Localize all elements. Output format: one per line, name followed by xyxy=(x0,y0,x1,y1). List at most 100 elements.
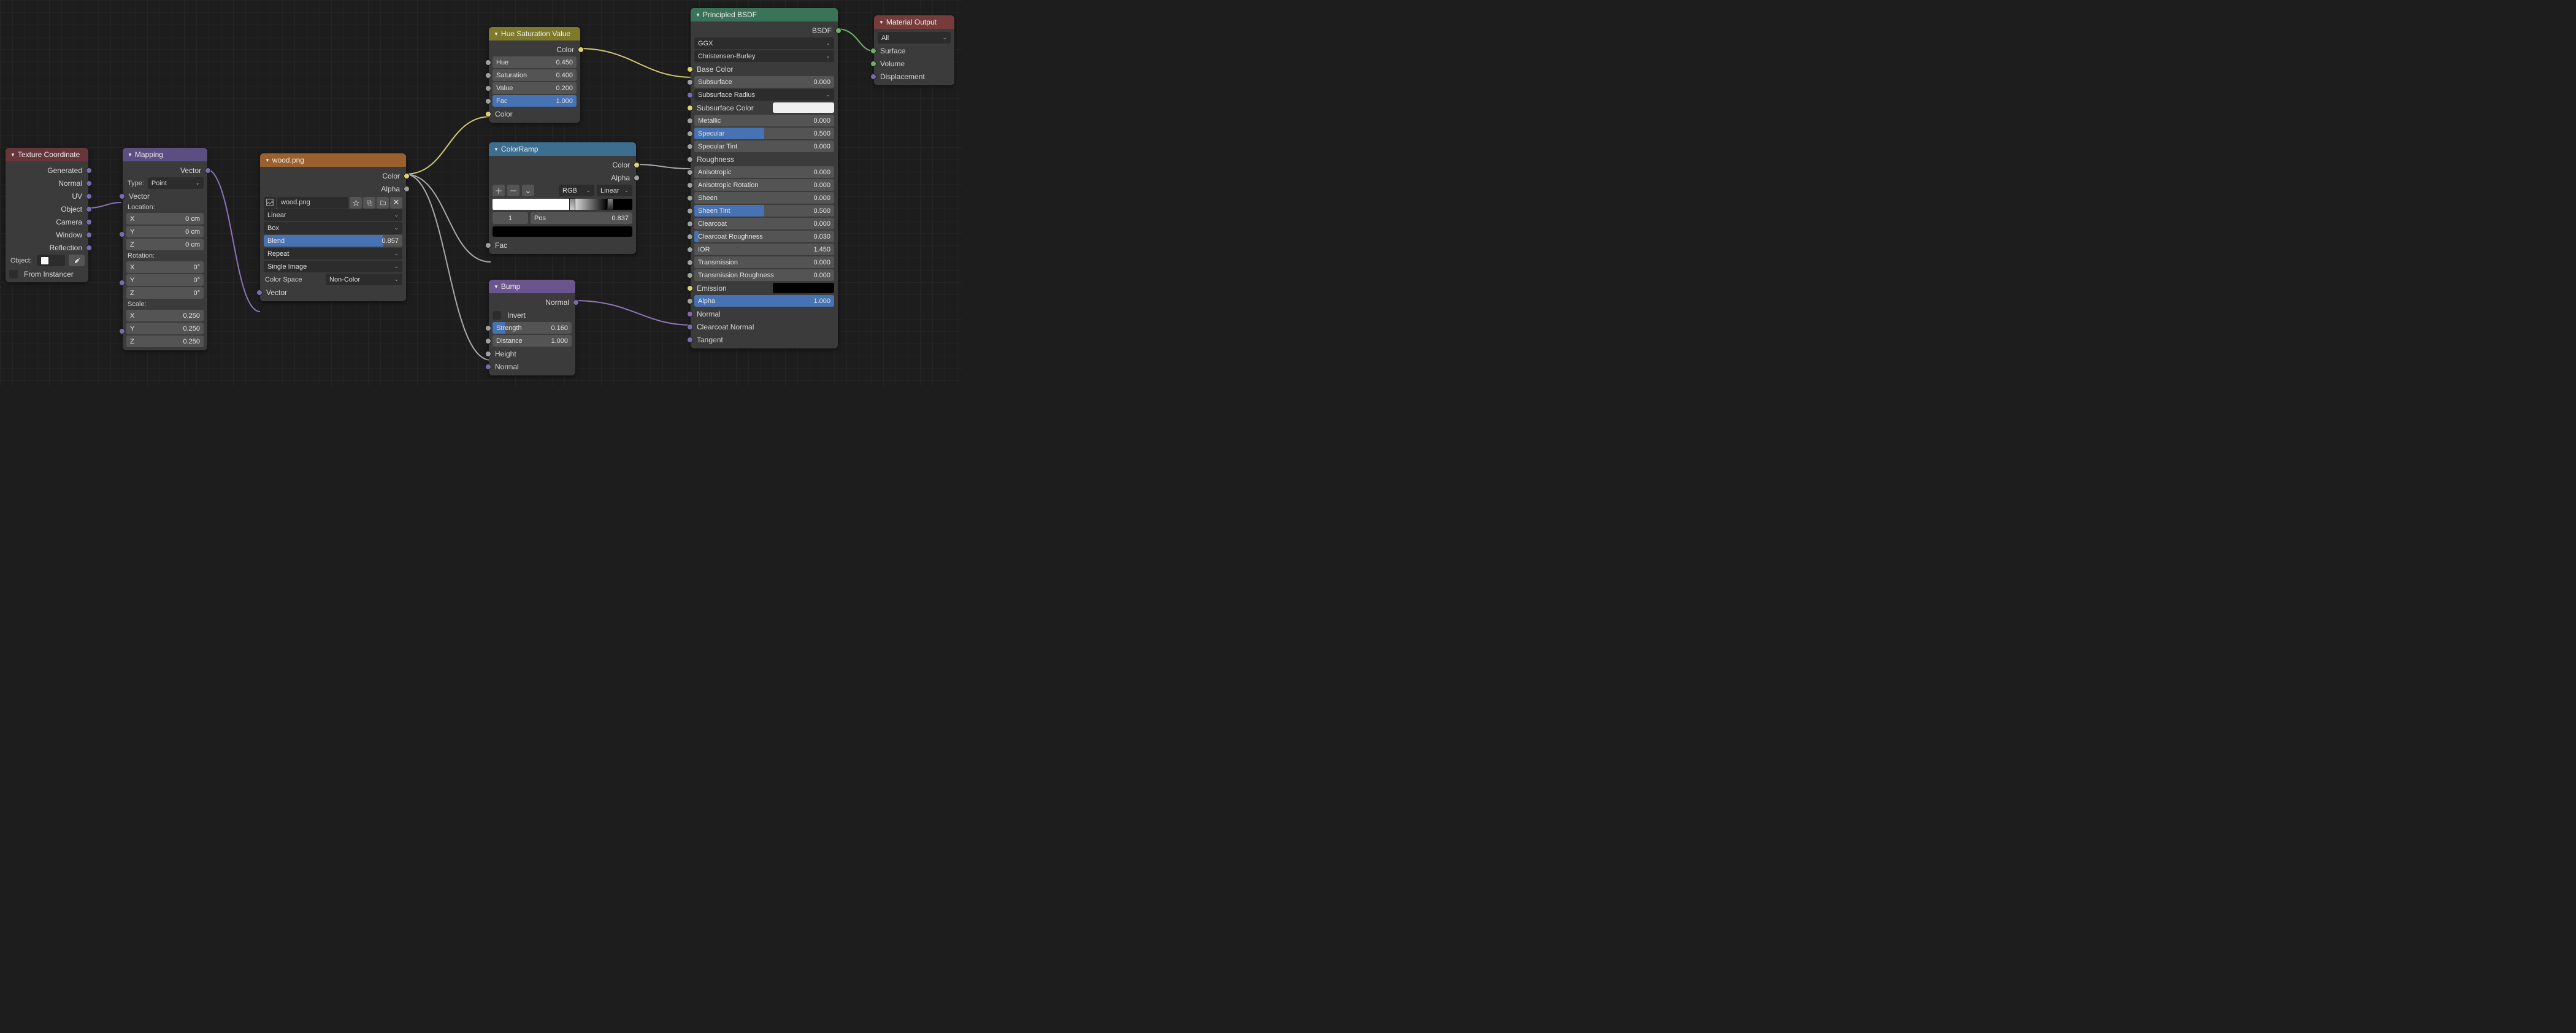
blend-slider[interactable]: Blend0.857 xyxy=(264,235,402,247)
socket-in-sheen[interactable] xyxy=(687,195,693,201)
collapse-icon[interactable]: ▼ xyxy=(494,147,499,152)
clearcoat-field[interactable]: Clearcoat0.000 xyxy=(694,218,834,229)
socket-out-color[interactable] xyxy=(404,173,410,179)
socket-out[interactable] xyxy=(86,180,92,186)
socket-out[interactable] xyxy=(86,167,92,174)
socket-out-bsdf[interactable] xyxy=(835,28,841,34)
invert-checkbox[interactable] xyxy=(493,311,501,320)
rot-y[interactable]: Y0° xyxy=(126,274,204,286)
loc-z[interactable]: Z0 cm xyxy=(126,239,204,250)
collapse-icon[interactable]: ▼ xyxy=(128,152,132,158)
extension-dropdown[interactable]: Repeat⌄ xyxy=(264,248,402,259)
stop-index[interactable]: 1 xyxy=(493,212,528,224)
socket-in-fac[interactable] xyxy=(485,98,491,104)
socket-in-spec-tint[interactable] xyxy=(687,144,693,150)
remove-stop-button[interactable]: － xyxy=(507,185,519,196)
browse-image-button[interactable] xyxy=(264,197,276,209)
node-header[interactable]: ▼ ColorRamp xyxy=(489,142,636,156)
scl-y[interactable]: Y0.250 xyxy=(126,323,204,334)
color-ramp-gradient[interactable] xyxy=(493,199,632,210)
subsurface-field[interactable]: Subsurface0.000 xyxy=(694,76,834,88)
trans-rough-field[interactable]: Transmission Roughness0.000 xyxy=(694,269,834,281)
socket-in-transmission[interactable] xyxy=(687,259,693,266)
socket-in-specular[interactable] xyxy=(687,131,693,137)
socket-in-sss-color[interactable] xyxy=(687,105,693,111)
node-header[interactable]: ▼ Material Output xyxy=(874,15,954,29)
transmission-field[interactable]: Transmission0.000 xyxy=(694,256,834,268)
value-field[interactable]: Value0.200 xyxy=(493,82,577,94)
ramp-handle[interactable] xyxy=(607,198,613,210)
socket-in-vector[interactable] xyxy=(256,290,263,296)
cc-rough-field[interactable]: Clearcoat Roughness0.030 xyxy=(694,231,834,242)
specular-field[interactable]: Specular0.500 xyxy=(694,128,834,139)
collapse-icon[interactable]: ▼ xyxy=(10,152,15,158)
aniso-field[interactable]: Anisotropic0.000 xyxy=(694,166,834,178)
fake-user-button[interactable] xyxy=(350,197,362,209)
interp-dropdown[interactable]: Linear⌄ xyxy=(597,185,632,196)
strength-field[interactable]: Strength0.160 xyxy=(493,322,572,334)
add-stop-button[interactable]: ＋ xyxy=(493,185,505,196)
emission-color-swatch[interactable] xyxy=(773,283,834,293)
socket-out-normal[interactable] xyxy=(573,299,579,305)
rot-z[interactable]: Z0° xyxy=(126,287,204,299)
socket-out-alpha[interactable] xyxy=(404,186,410,192)
socket-out[interactable] xyxy=(86,193,92,199)
distribution-dropdown[interactable]: GGX⌄ xyxy=(694,37,834,49)
socket-in-cc-rough[interactable] xyxy=(687,234,693,240)
socket-in-scale[interactable] xyxy=(119,328,125,334)
socket-in-fac[interactable] xyxy=(485,242,491,248)
socket-in-ior[interactable] xyxy=(687,247,693,253)
node-header[interactable]: ▼ Principled BSDF xyxy=(691,8,838,21)
node-header[interactable]: ▼ Mapping xyxy=(123,148,207,161)
socket-in-distance[interactable] xyxy=(485,338,491,344)
socket-in-aniso-rot[interactable] xyxy=(687,182,693,188)
sheen-field[interactable]: Sheen0.000 xyxy=(694,192,834,204)
socket-out[interactable] xyxy=(86,245,92,251)
alpha-field[interactable]: Alpha1.000 xyxy=(694,295,834,307)
collapse-icon[interactable]: ▼ xyxy=(696,12,700,18)
loc-x[interactable]: X0 cm xyxy=(126,213,204,225)
socket-in-base-color[interactable] xyxy=(687,66,693,72)
target-dropdown[interactable]: All⌄ xyxy=(878,32,951,44)
socket-in-location[interactable] xyxy=(119,231,125,237)
collapse-icon[interactable]: ▼ xyxy=(494,284,499,290)
metallic-field[interactable]: Metallic0.000 xyxy=(694,115,834,126)
socket-in-value[interactable] xyxy=(485,85,491,91)
eyedropper-button[interactable] xyxy=(69,255,85,266)
socket-in-roughness[interactable] xyxy=(687,156,693,163)
socket-out[interactable] xyxy=(86,206,92,212)
socket-out[interactable] xyxy=(205,167,211,174)
collapse-icon[interactable]: ▼ xyxy=(494,31,499,37)
colorspace-dropdown[interactable]: Non-Color⌄ xyxy=(326,274,402,285)
socket-in-height[interactable] xyxy=(485,351,491,357)
loc-y[interactable]: Y0 cm xyxy=(126,226,204,237)
scl-z[interactable]: Z0.250 xyxy=(126,336,204,347)
interp-dropdown[interactable]: Linear⌄ xyxy=(264,209,402,221)
collapse-icon[interactable]: ▼ xyxy=(879,20,884,25)
sheen-tint-field[interactable]: Sheen Tint0.500 xyxy=(694,205,834,217)
ramp-menu-button[interactable]: ⌄ xyxy=(522,185,534,196)
socket-in-sss-radius[interactable] xyxy=(687,92,693,98)
socket-in-vector[interactable] xyxy=(119,193,125,199)
socket-in-subsurface[interactable] xyxy=(687,79,693,85)
spec-tint-field[interactable]: Specular Tint0.000 xyxy=(694,140,834,152)
socket-in-normal[interactable] xyxy=(485,364,491,370)
node-header[interactable]: ▼ wood.png xyxy=(260,153,406,167)
socket-in-surface[interactable] xyxy=(870,48,876,54)
stop-color-swatch[interactable] xyxy=(493,226,632,237)
saturation-field[interactable]: Saturation0.400 xyxy=(493,69,577,81)
rot-x[interactable]: X0° xyxy=(126,261,204,273)
distance-field[interactable]: Distance1.000 xyxy=(493,335,572,347)
socket-in-displacement[interactable] xyxy=(870,74,876,80)
sss-method-dropdown[interactable]: Christensen-Burley⌄ xyxy=(694,50,834,62)
node-header[interactable]: ▼ Texture Coordinate xyxy=(6,148,88,161)
socket-in-volume[interactable] xyxy=(870,61,876,67)
sss-radius-dropdown[interactable]: Subsurface Radius⌄ xyxy=(694,89,834,101)
socket-in-color[interactable] xyxy=(485,111,491,117)
image-filename[interactable]: wood.png xyxy=(277,197,348,209)
fac-field[interactable]: Fac1.000 xyxy=(493,95,577,107)
node-header[interactable]: ▼ Hue Saturation Value xyxy=(489,27,580,40)
source-dropdown[interactable]: Single Image⌄ xyxy=(264,261,402,272)
ramp-handle[interactable] xyxy=(569,198,575,210)
socket-in-hue[interactable] xyxy=(485,60,491,66)
